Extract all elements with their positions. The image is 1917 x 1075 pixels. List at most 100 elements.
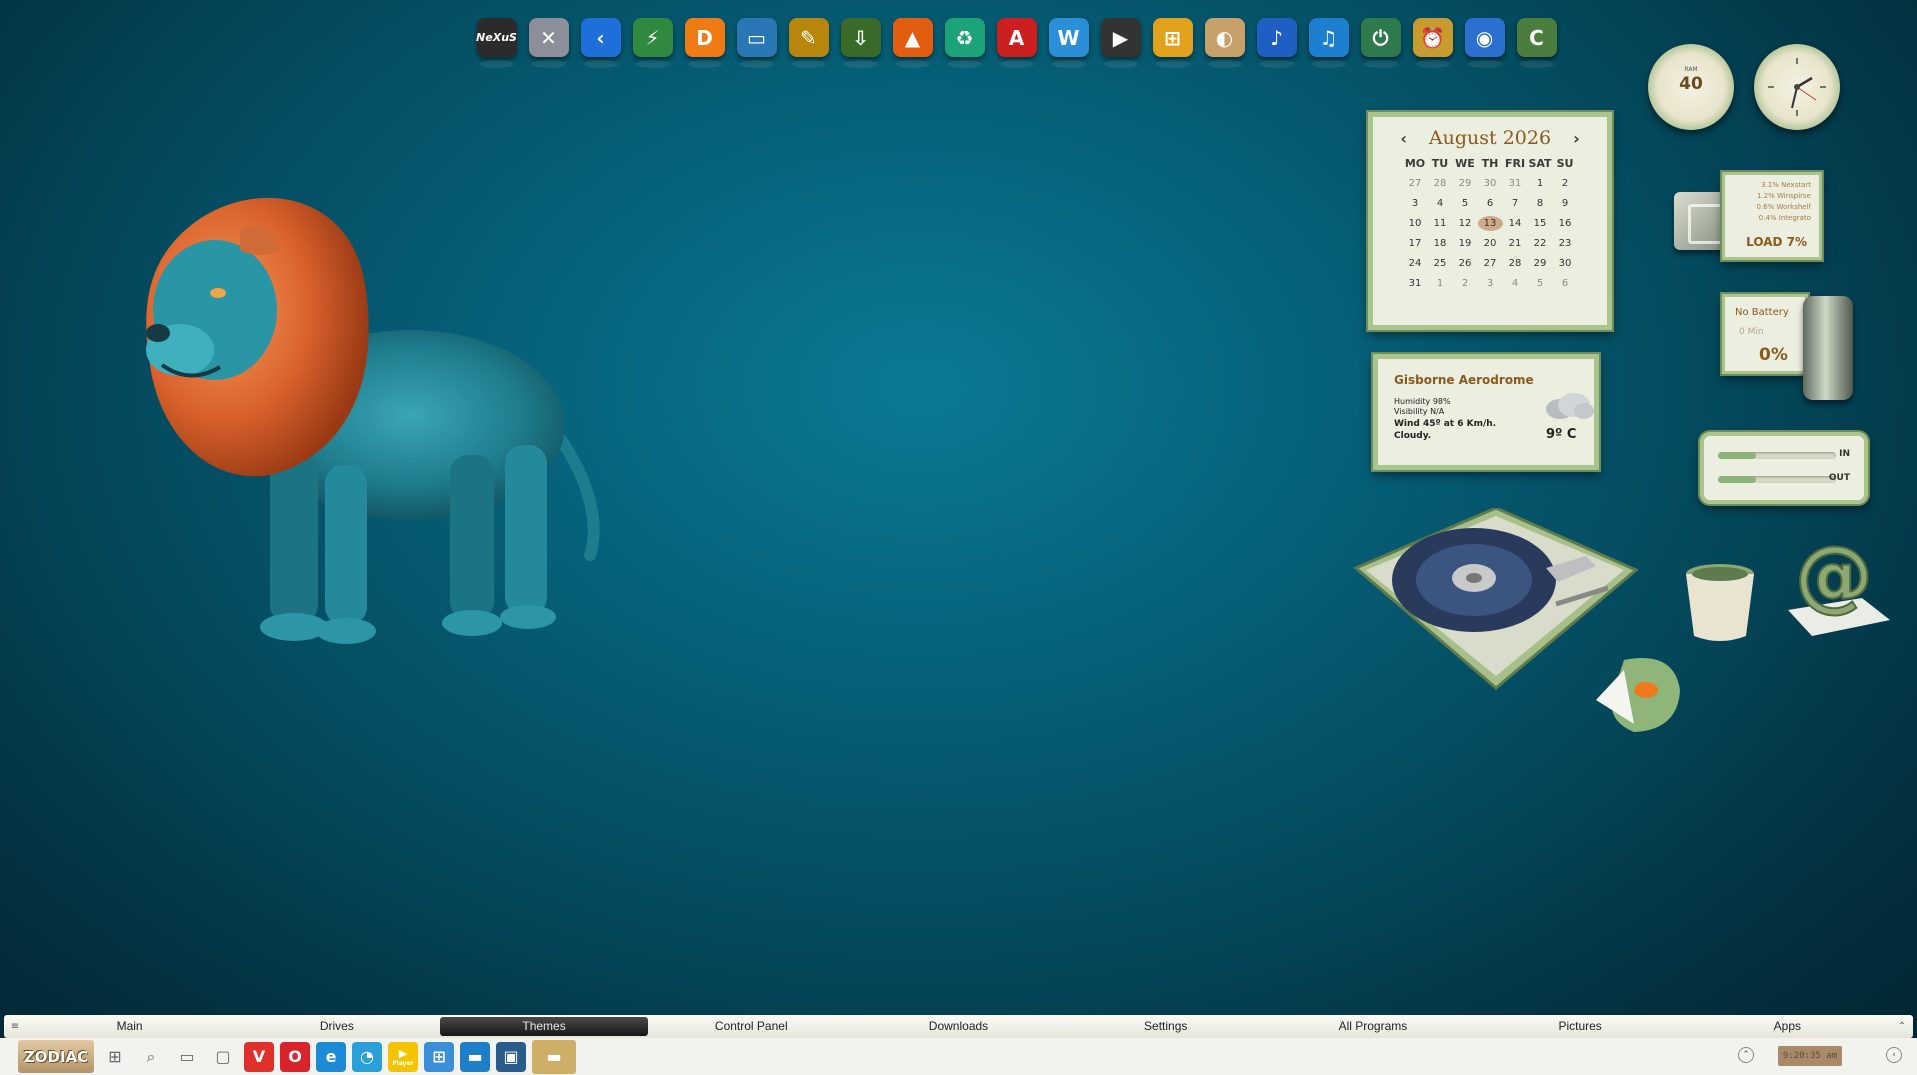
windows-grid-icon[interactable]: ⊞ (100, 1042, 130, 1072)
calendar-day[interactable]: 2 (1453, 276, 1478, 291)
category-tab-all-programs[interactable]: All Programs (1269, 1017, 1476, 1036)
next-month-button[interactable]: › (1573, 129, 1580, 148)
email-at-icon[interactable]: @ (1782, 540, 1894, 650)
calendar-day[interactable]: 17 (1403, 236, 1428, 251)
calendar-day[interactable]: 28 (1428, 176, 1453, 191)
tray-overflow-icon[interactable]: ⌃ (1738, 1047, 1754, 1063)
category-tab-settings[interactable]: Settings (1062, 1017, 1269, 1036)
monitor-icon[interactable]: ▭ (734, 18, 779, 68)
opera-icon[interactable]: O (280, 1041, 310, 1072)
recycle-icon[interactable]: ♻ (942, 18, 987, 68)
palette-icon[interactable]: ◐ (1202, 18, 1247, 68)
calendar-day[interactable]: 22 (1528, 236, 1553, 251)
drive-c-icon[interactable]: C (1514, 18, 1559, 68)
vivaldi-icon[interactable]: V (244, 1041, 274, 1072)
calendar-day[interactable]: 4 (1428, 196, 1453, 211)
goldfish-finder-icon[interactable] (1594, 640, 1688, 736)
calendar-day[interactable]: 13 (1477, 216, 1503, 231)
calendar-day[interactable]: 25 (1428, 256, 1453, 271)
acrobat-icon[interactable]: A (994, 18, 1039, 68)
calendar-day[interactable]: 5 (1453, 196, 1478, 211)
calendar-day[interactable]: 31 (1503, 176, 1528, 191)
calendar-day[interactable]: 7 (1503, 196, 1528, 211)
task-view-icon[interactable]: ▭ (172, 1042, 202, 1072)
windows-store-icon[interactable]: ⊞ (424, 1041, 454, 1072)
calendar-day[interactable]: 27 (1403, 176, 1428, 191)
category-tab-drives[interactable]: Drives (233, 1017, 440, 1036)
category-tab-themes[interactable]: Themes (440, 1017, 648, 1036)
music-note-icon[interactable]: ♪ (1254, 18, 1299, 68)
chat-icon[interactable]: ▢ (208, 1042, 238, 1072)
calendar-day[interactable]: 6 (1478, 196, 1503, 211)
network-meter-widget[interactable]: IN OUT (1700, 432, 1868, 504)
calendar-day[interactable]: 28 (1503, 256, 1528, 271)
calendar-day[interactable]: 19 (1453, 236, 1478, 251)
p-app-icon[interactable]: D (682, 18, 727, 68)
calendar-day[interactable]: 6 (1553, 276, 1578, 291)
calendar-day[interactable]: 11 (1428, 216, 1453, 231)
desktop-app-icon[interactable]: ▬ (460, 1041, 490, 1072)
calendar-day[interactable]: 12 (1453, 216, 1478, 231)
previous-month-button[interactable]: ‹ (1400, 129, 1407, 148)
speaker-icon[interactable]: ♫ (1306, 18, 1351, 68)
calendar-day[interactable]: 31 (1403, 276, 1428, 291)
computer-icon[interactable]: ▣ (496, 1041, 526, 1072)
calendar-day[interactable]: 23 (1553, 236, 1578, 251)
timer-app-icon[interactable]: ◔ (352, 1041, 382, 1072)
calendar-day[interactable]: 5 (1528, 276, 1553, 291)
calendar-day[interactable]: 30 (1553, 256, 1578, 271)
cpu-load-widget[interactable]: 3.1% Nexstart 1.2% Winspirse 0.6% Worksh… (1722, 172, 1822, 260)
paint-brushes-icon[interactable]: ✎ (786, 18, 831, 68)
analog-clock[interactable] (1754, 44, 1840, 130)
desktop[interactable]: NeXuS ✕ ‹ ⚡ D ▭ ✎ ⇩ ▲ ♻ A W ▶ ⊞ ◐ ♪ ♫ ⏻ ⏰ ◉ C (0, 0, 1917, 1015)
tools-icon[interactable]: ✕ (526, 18, 571, 68)
recycle-bin-icon[interactable] (1682, 562, 1758, 642)
calendar-day[interactable]: 20 (1478, 236, 1503, 251)
category-scroll-up-icon[interactable]: ⌃ (1891, 1015, 1913, 1038)
player-app-icon[interactable]: ▶ Player (388, 1041, 418, 1072)
alarm-clock-icon[interactable]: ⏰ (1410, 18, 1455, 68)
battery-widget[interactable]: No Battery 0 Min 0% (1722, 294, 1808, 374)
calendar-day[interactable]: 27 (1478, 256, 1503, 271)
calendar-day[interactable]: 26 (1453, 256, 1478, 271)
calendar-day[interactable]: 10 (1403, 216, 1428, 231)
calendar-day[interactable]: 3 (1403, 196, 1428, 211)
weather-widget[interactable]: Gisborne Aerodrome Humidity 98% Visibili… (1373, 354, 1599, 470)
ram-gauge[interactable]: RAM 40 (1648, 44, 1734, 130)
calendar-day[interactable]: 18 (1428, 236, 1453, 251)
calendar-day[interactable]: 4 (1503, 276, 1528, 291)
w-app-icon[interactable]: W (1046, 18, 1091, 68)
calendar-day[interactable]: 1 (1428, 276, 1453, 291)
calendar-day[interactable]: 1 (1528, 176, 1553, 191)
globe-app-icon[interactable]: ◉ (1462, 18, 1507, 68)
category-tab-pictures[interactable]: Pictures (1477, 1017, 1684, 1036)
edge-icon[interactable]: e (316, 1041, 346, 1072)
nexus-icon[interactable]: NeXuS (474, 18, 519, 68)
calendar-day[interactable]: 29 (1528, 256, 1553, 271)
calendar-day[interactable]: 2 (1553, 176, 1578, 191)
calendar-day[interactable]: 9 (1553, 196, 1578, 211)
category-tab-main[interactable]: Main (26, 1017, 233, 1036)
vlc-cone-icon[interactable]: ▲ (890, 18, 935, 68)
tray-collapse-icon[interactable]: ‹ (1886, 1047, 1902, 1063)
windows-logo-icon[interactable]: ⊞ (1150, 18, 1195, 68)
category-menu-icon[interactable]: ≡ (4, 1015, 26, 1038)
calendar-day[interactable]: 21 (1503, 236, 1528, 251)
start-button[interactable]: ZODIAC (18, 1040, 94, 1073)
calendar-day[interactable]: 30 (1478, 176, 1503, 191)
winamp-icon[interactable]: ⚡ (630, 18, 675, 68)
download-door-icon[interactable]: ⇩ (838, 18, 883, 68)
category-tab-apps[interactable]: Apps (1684, 1017, 1891, 1036)
calendar-day[interactable]: 14 (1503, 216, 1528, 231)
category-tab-control-panel[interactable]: Control Panel (648, 1017, 855, 1036)
calendar-day[interactable]: 16 (1553, 216, 1578, 231)
category-tab-downloads[interactable]: Downloads (855, 1017, 1062, 1036)
back-arrow-icon[interactable]: ‹ (578, 18, 623, 68)
calendar-day[interactable]: 29 (1453, 176, 1478, 191)
power-icon[interactable]: ⏻ (1358, 18, 1403, 68)
search-icon[interactable]: ⌕ (136, 1042, 166, 1072)
file-explorer-icon[interactable]: ▬ (532, 1039, 576, 1074)
calendar-day[interactable]: 3 (1478, 276, 1503, 291)
calendar-day[interactable]: 8 (1528, 196, 1553, 211)
calendar-day[interactable]: 24 (1403, 256, 1428, 271)
